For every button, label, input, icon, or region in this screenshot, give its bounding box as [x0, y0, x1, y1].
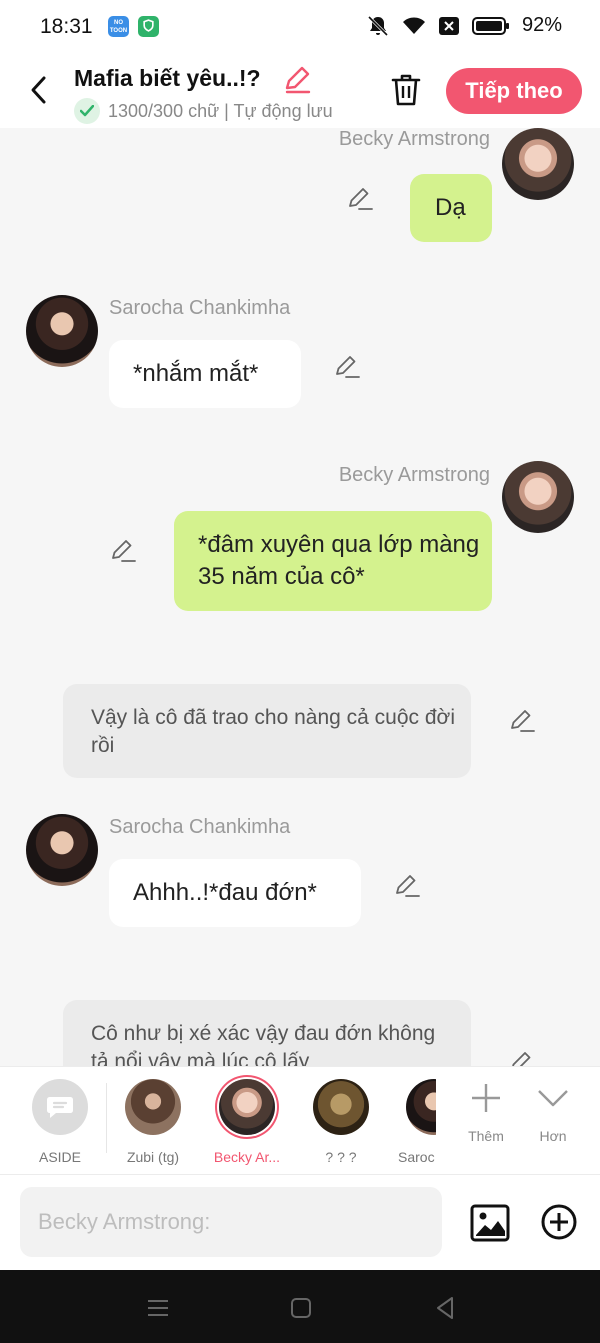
message-input-bar — [0, 1174, 600, 1270]
character-becky[interactable]: Becky Ar... — [212, 1079, 282, 1165]
message-input[interactable] — [20, 1187, 442, 1257]
story-title: Mafia biết yêu..!? — [74, 65, 261, 91]
character-label: Zubi (tg) — [126, 1149, 180, 1165]
battery-icon — [471, 16, 509, 35]
trash-icon — [391, 74, 421, 106]
character-label: ? ? ? — [325, 1149, 357, 1165]
menu-icon[interactable] — [144, 1294, 172, 1322]
aside-narration[interactable]: Vậy là cô đã trao cho nàng cả cuộc đời r… — [63, 684, 471, 778]
message-bubble[interactable]: Ahhh..!*đau đớn* — [109, 859, 361, 927]
avatar[interactable] — [26, 814, 98, 886]
avatar — [313, 1079, 369, 1135]
character-aside[interactable]: ASIDE — [25, 1079, 95, 1165]
character-label: ASIDE — [38, 1149, 81, 1165]
message-bubble[interactable]: *nhắm mắt* — [109, 340, 301, 408]
sender-name: Sarocha Chankimha — [109, 816, 291, 838]
sender-name: Sarocha Chankimha — [109, 297, 291, 319]
sim-off-icon — [438, 16, 459, 35]
editor-header: Mafia biết yêu..!? 1300/300 chữ | Tự độn… — [0, 56, 600, 128]
edit-message-icon[interactable] — [346, 184, 374, 212]
add-content-button[interactable] — [540, 1203, 578, 1241]
add-character-button[interactable]: Thêm — [456, 1081, 516, 1144]
status-icons: 92% — [366, 14, 562, 37]
character-sarocha[interactable]: Saroc — [398, 1079, 436, 1165]
aside-narration[interactable]: Cô như bị xé xác vậy đau đớn không tả nổ… — [63, 1000, 471, 1066]
more-characters-button[interactable]: Hơn — [523, 1081, 583, 1144]
character-label: Saroc — [398, 1149, 435, 1165]
pencil-icon — [285, 66, 311, 94]
plus-icon — [472, 1084, 500, 1112]
image-icon — [470, 1204, 510, 1242]
back-triangle-icon[interactable] — [432, 1294, 460, 1322]
avatar[interactable] — [502, 461, 574, 533]
edit-message-icon[interactable] — [109, 536, 137, 564]
avatar[interactable] — [26, 295, 98, 367]
chat-area[interactable]: Becky Armstrong Dạ Sarocha Chankimha *nh… — [0, 128, 600, 1066]
character-zubi[interactable]: Zubi (tg) — [118, 1079, 188, 1165]
delete-button[interactable] — [386, 70, 426, 110]
check-icon — [74, 98, 100, 124]
edit-message-icon[interactable] — [393, 871, 421, 899]
word-count-text: 1300/300 chữ | Tự động lưu — [108, 100, 333, 121]
sender-name: Becky Armstrong — [338, 464, 490, 486]
next-button[interactable]: Tiếp theo — [446, 68, 582, 114]
character-selector: ASIDE Zubi (tg) Becky Ar... ? ? ? Saroc … — [0, 1066, 600, 1174]
status-time: 18:31 — [40, 15, 93, 38]
message-bubble[interactable]: Dạ — [410, 174, 492, 242]
status-bar: 18:31 NO TOON 92% — [0, 0, 600, 56]
character-unknown[interactable]: ? ? ? — [306, 1079, 376, 1165]
aside-icon — [32, 1079, 88, 1135]
word-count-status: 1300/300 chữ | Tự động lưu — [74, 98, 333, 124]
chevron-left-icon — [31, 76, 46, 104]
wifi-icon — [402, 17, 425, 34]
back-button[interactable] — [20, 70, 56, 110]
edit-message-icon[interactable] — [508, 706, 536, 734]
avatar — [219, 1079, 275, 1135]
edit-title-button[interactable] — [282, 64, 312, 99]
more-label: Hơn — [539, 1128, 567, 1144]
chevron-down-icon — [538, 1090, 568, 1107]
avatar[interactable] — [502, 128, 574, 200]
shield-app-icon — [138, 16, 159, 37]
message-bubble[interactable]: *đâm xuyên qua lớp màng 35 năm của cô* — [174, 511, 492, 611]
edit-message-icon[interactable] — [508, 1048, 536, 1066]
avatar — [125, 1079, 181, 1135]
divider — [106, 1083, 107, 1153]
edit-message-icon[interactable] — [333, 352, 361, 380]
mute-icon — [367, 15, 389, 36]
add-label: Thêm — [468, 1128, 504, 1144]
battery-percent: 92% — [521, 14, 562, 36]
home-icon[interactable] — [287, 1294, 315, 1322]
sender-name: Becky Armstrong — [338, 128, 490, 150]
system-nav-bar — [0, 1270, 600, 1343]
character-label: Becky Ar... — [213, 1149, 281, 1165]
novel-toon-app-icon: NO TOON — [108, 16, 129, 37]
insert-image-button[interactable] — [470, 1203, 510, 1243]
avatar — [406, 1079, 436, 1135]
plus-circle-icon — [541, 1204, 577, 1240]
